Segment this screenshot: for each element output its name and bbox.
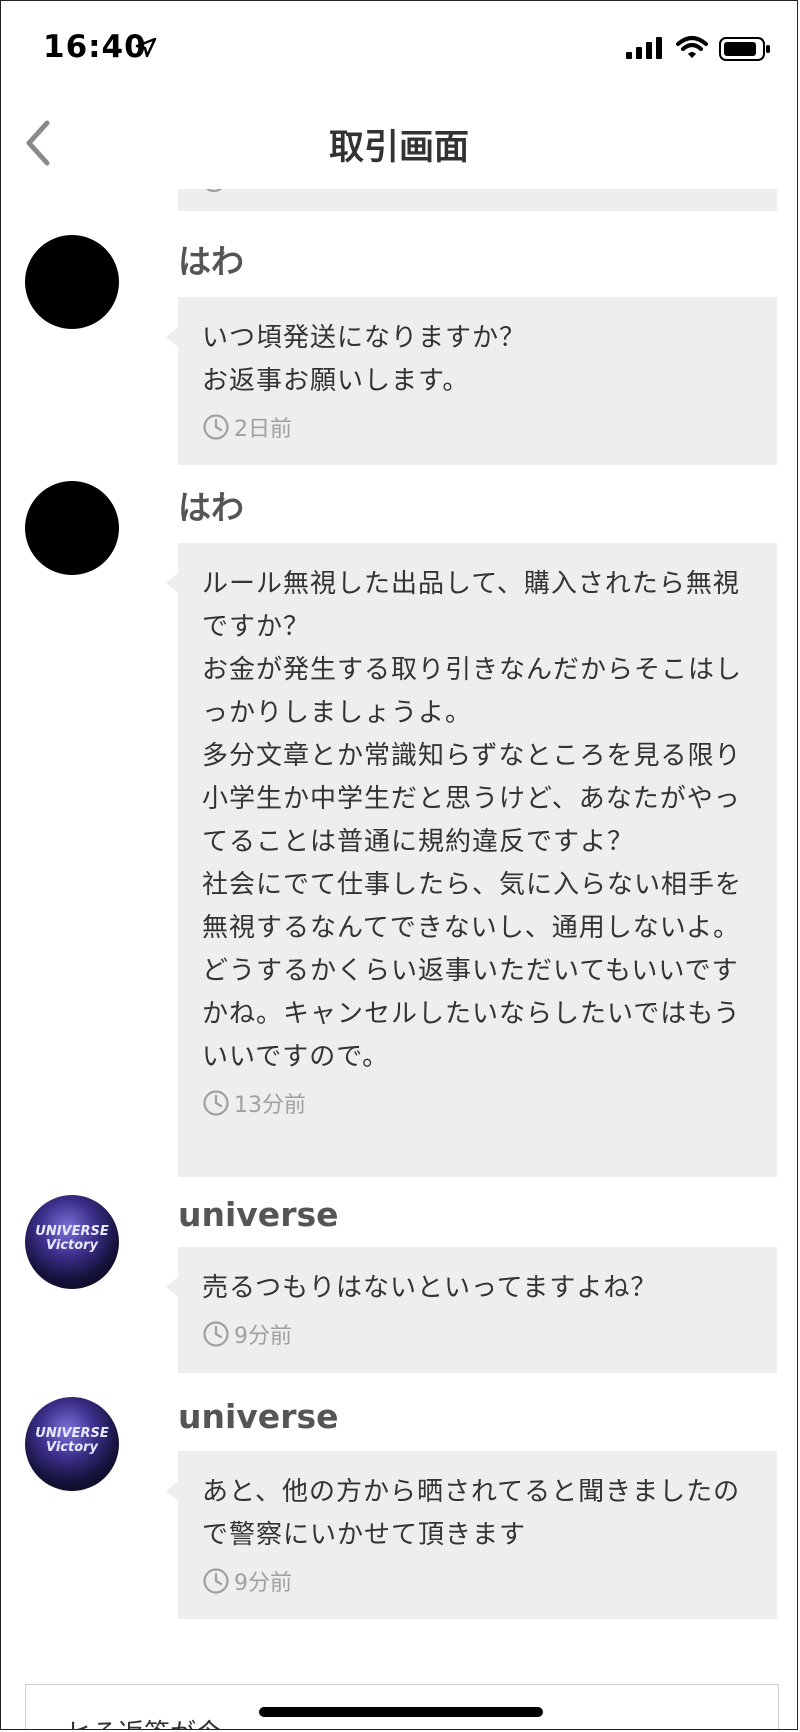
timestamp-text: 2日前 xyxy=(234,417,292,442)
universe-logo-icon: UNIVERSE Victory xyxy=(35,1224,109,1253)
message-item: UNIVERSE Victory universe 売るつもりはないといってますよ… xyxy=(1,1195,797,1385)
battery-icon xyxy=(719,37,770,61)
sender-name: はわ xyxy=(178,488,244,527)
reply-partial-text: ヒる返答が今… xyxy=(66,1713,248,1729)
location-arrow-icon xyxy=(135,37,157,58)
message-list[interactable]: はわ いつ頃発送になりますか？ お返事お願いします。 2日前 はわ ルール無視し… xyxy=(1,189,797,1639)
page-title: 取引画面 xyxy=(328,128,469,168)
wifi-icon xyxy=(676,36,708,58)
clock-icon xyxy=(203,1321,229,1347)
nav-bar: 取引画面 xyxy=(1,97,797,189)
clock-icon xyxy=(203,1090,229,1116)
clock-icon xyxy=(203,1568,229,1594)
previous-message-bubble xyxy=(178,189,777,211)
message-timestamp: 9分前 xyxy=(202,1314,753,1354)
message-timestamp: 9分前 xyxy=(202,1561,753,1601)
screen: 16:40 取引画面 はわ いつ頃発送になりますか？ お返事お願いします。 2日… xyxy=(0,0,798,1730)
timestamp-text: 13分前 xyxy=(234,1093,306,1118)
message-timestamp: 2日前 xyxy=(202,407,753,447)
signal-icon xyxy=(626,37,662,59)
sender-name: はわ xyxy=(178,242,244,281)
status-bar: 16:40 xyxy=(1,1,797,97)
status-time: 16:40 xyxy=(43,29,147,65)
clock-icon xyxy=(203,414,229,440)
message-timestamp: 13分前 xyxy=(202,1083,753,1123)
message-text: ルール無視した出品して、購入されたら無視ですか？ お金が発生する取り引きなんだか… xyxy=(202,569,743,1072)
clock-icon xyxy=(205,189,223,193)
message-text: いつ頃発送になりますか？ お返事お願いします。 xyxy=(202,323,527,396)
home-indicator[interactable] xyxy=(259,1707,543,1717)
avatar[interactable] xyxy=(25,235,119,329)
avatar[interactable]: UNIVERSE Victory xyxy=(25,1195,119,1289)
timestamp-text: 9分前 xyxy=(234,1571,292,1596)
message-text: 売るつもりはないといってますよね？ xyxy=(202,1273,658,1303)
message-item: はわ いつ頃発送になりますか？ お返事お願いします。 2日前 xyxy=(1,235,797,469)
universe-logo-icon: UNIVERSE Victory xyxy=(35,1426,109,1455)
message-bubble: ルール無視した出品して、購入されたら無視ですか？ お金が発生する取り引きなんだか… xyxy=(166,543,777,1177)
avatar[interactable] xyxy=(25,481,119,575)
message-text: あと、他の方から晒されてると聞きましたので警察にいかせて頂きます xyxy=(202,1477,741,1550)
message-bubble: 売るつもりはないといってますよね？ 9分前 xyxy=(166,1247,777,1373)
sender-name: universe xyxy=(178,1195,339,1234)
message-item: UNIVERSE Victory universe あと、他の方から晒されてると聞… xyxy=(1,1397,797,1637)
message-bubble: いつ頃発送になりますか？ お返事お願いします。 2日前 xyxy=(166,297,777,465)
sender-name: universe xyxy=(178,1397,339,1436)
message-bubble: あと、他の方から晒されてると聞きましたので警察にいかせて頂きます 9分前 xyxy=(166,1451,777,1619)
timestamp-text: 9分前 xyxy=(234,1324,292,1349)
avatar[interactable]: UNIVERSE Victory xyxy=(25,1397,119,1491)
